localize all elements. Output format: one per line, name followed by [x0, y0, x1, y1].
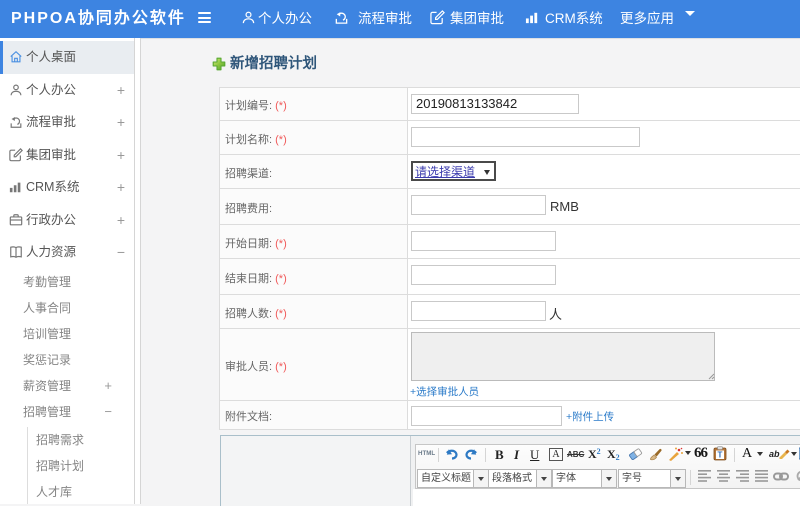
svg-text:T: T: [718, 451, 723, 460]
